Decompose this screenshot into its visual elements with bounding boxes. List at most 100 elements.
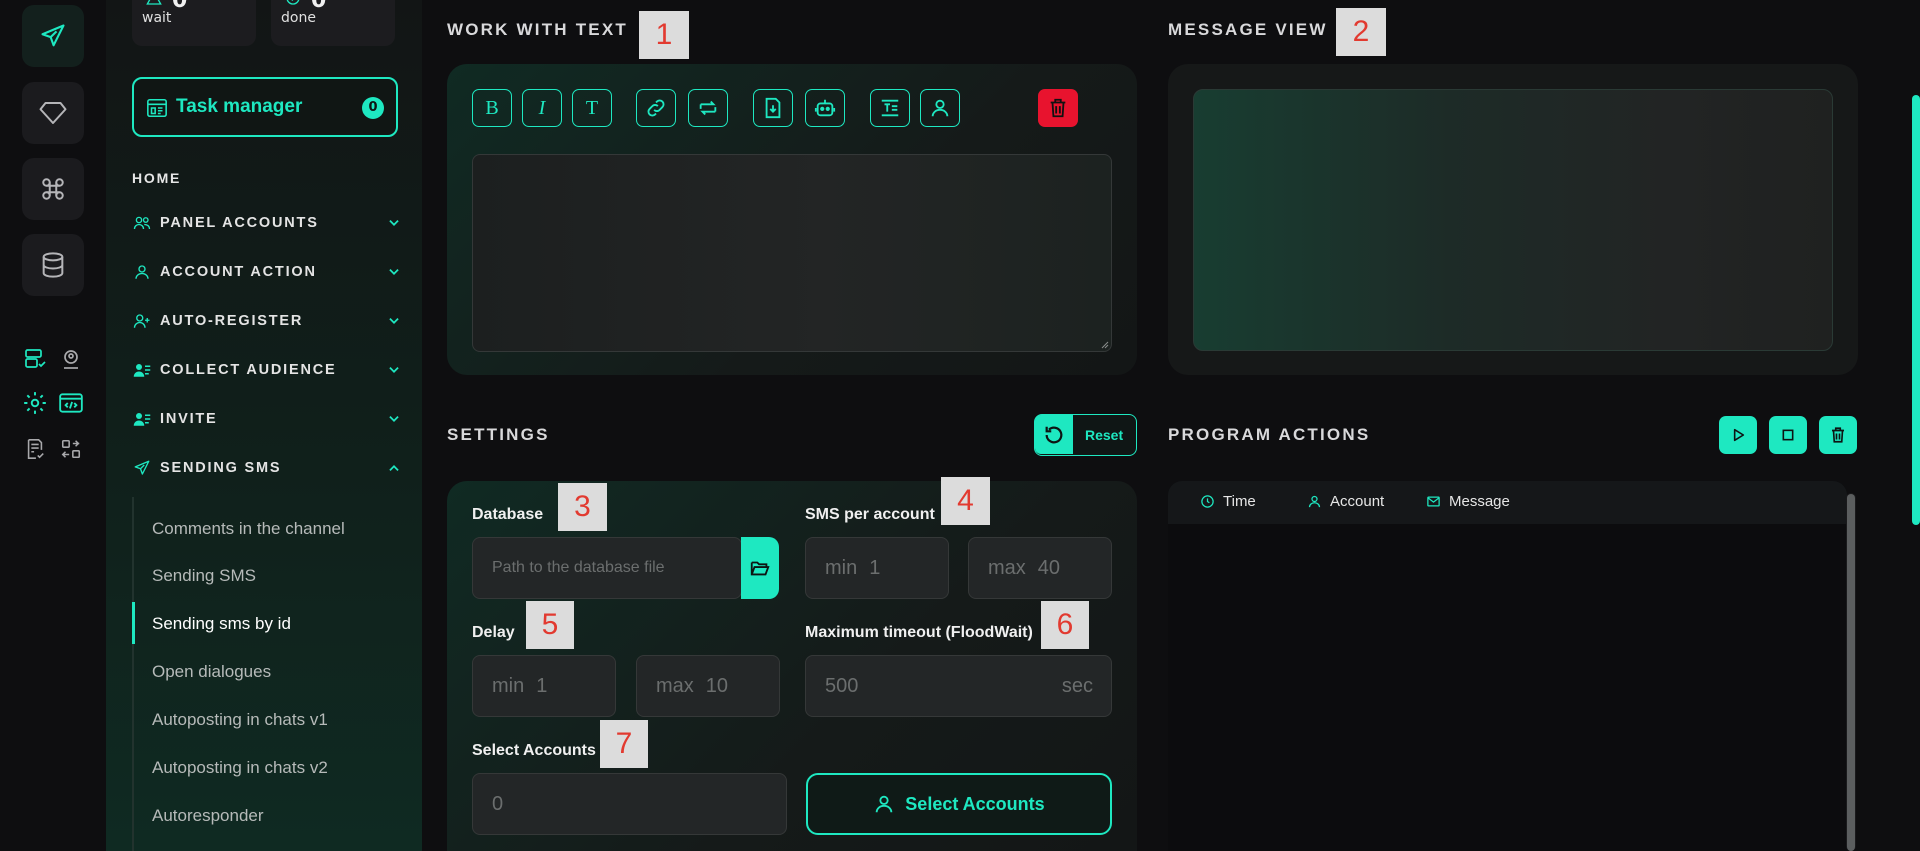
bold-button[interactable]: B	[472, 89, 512, 127]
user-icon	[1307, 494, 1322, 509]
clear-log-button[interactable]	[1819, 416, 1857, 454]
clock-icon	[1200, 494, 1215, 509]
rail-layout-button[interactable]	[58, 436, 84, 462]
text-format-button[interactable]	[870, 89, 910, 127]
nav-item-label: COLLECT AUDIENCE	[160, 362, 337, 378]
marker-5: 5	[526, 601, 574, 649]
nav-home[interactable]: HOME	[132, 170, 181, 186]
delay-min-label: min	[492, 675, 525, 697]
marker-4: 4	[941, 477, 990, 525]
submenu-item-sending-sms-by-id[interactable]: Sending sms by id	[152, 614, 291, 634]
nav-item-label: ACCOUNT ACTION	[160, 264, 317, 280]
submenu-item-autoresponder[interactable]: Autoresponder	[152, 806, 264, 826]
wait-label: wait	[142, 10, 172, 26]
nav-item-sending-sms[interactable]: SENDING SMS	[132, 457, 402, 481]
log-column-label: Message	[1449, 493, 1510, 510]
sms-max-label: max	[988, 557, 1026, 579]
stop-button[interactable]	[1769, 416, 1807, 454]
nav-item-panel-accounts[interactable]: PANEL ACCOUNTS	[132, 212, 402, 236]
active-indicator	[132, 602, 135, 644]
done-stat-card: 0 done	[271, 0, 395, 46]
nav-item-collect-audience[interactable]: COLLECT AUDIENCE	[132, 359, 402, 383]
reset-button[interactable]: Reset	[1034, 414, 1137, 456]
code-window-icon	[58, 390, 84, 416]
rail-settings-button[interactable]	[22, 390, 48, 416]
clear-text-button[interactable]	[1038, 89, 1078, 127]
timeout-input[interactable]: 500 sec	[805, 655, 1112, 717]
delay-label: Delay	[472, 624, 515, 641]
select-accounts-button[interactable]: Select Accounts	[806, 773, 1112, 835]
user-variable-button[interactable]	[920, 89, 960, 127]
submenu-item-autoposting-v1[interactable]: Autoposting in chats v1	[152, 710, 328, 730]
sms-per-account-label: SMS per account	[805, 506, 935, 523]
icon-rail	[0, 0, 106, 851]
submenu-item-autoposting-v2[interactable]: Autoposting in chats v2	[152, 758, 328, 778]
rail-tasks-button[interactable]	[22, 436, 48, 462]
done-label: done	[281, 10, 316, 26]
log-column-label: Time	[1223, 493, 1256, 510]
message-text-area[interactable]	[472, 154, 1112, 352]
delay-max-input[interactable]: max 10	[636, 655, 780, 717]
rail-location-button[interactable]	[58, 346, 84, 372]
send-icon	[132, 459, 152, 477]
database-path-input[interactable]: Path to the database file	[472, 537, 742, 599]
log-column-account: Account	[1307, 493, 1384, 510]
page-scrollbar-thumb[interactable]	[1912, 95, 1920, 525]
sms-min-input[interactable]: min 1	[805, 537, 949, 599]
import-file-button[interactable]	[753, 89, 793, 127]
stop-icon	[1780, 427, 1796, 443]
chevron-down-icon	[386, 216, 402, 230]
robot-icon	[814, 97, 836, 119]
user-icon	[929, 97, 951, 119]
sidebar: 0 wait 0 done Task manager 0 HOME PANEL …	[106, 0, 422, 851]
command-icon	[40, 176, 66, 202]
play-icon	[1730, 427, 1746, 443]
send-icon	[39, 22, 67, 50]
text-lines-icon	[879, 97, 901, 119]
rail-code-button[interactable]	[58, 390, 84, 416]
wait-stat-card: 0 wait	[132, 0, 256, 46]
log-column-message: Message	[1426, 493, 1510, 510]
rail-diamond-button[interactable]	[22, 82, 84, 144]
nav-item-auto-register[interactable]: AUTO-REGISTER	[132, 310, 402, 334]
log-scrollbar-thumb[interactable]	[1847, 494, 1855, 851]
message-preview	[1193, 89, 1833, 351]
select-accounts-label: Select Accounts	[472, 742, 596, 759]
log-header: Time Account Message	[1168, 481, 1847, 524]
nav-item-account-action[interactable]: ACCOUNT ACTION	[132, 261, 402, 285]
diamond-icon	[38, 98, 68, 128]
link-icon	[645, 97, 667, 119]
link-button[interactable]	[636, 89, 676, 127]
rail-server-button[interactable]	[22, 346, 48, 372]
submenu-item-open-dialogues[interactable]: Open dialogues	[152, 662, 271, 682]
sms-max-input[interactable]: max 40	[968, 537, 1112, 599]
text-button[interactable]: T	[572, 89, 612, 127]
program-actions-log: Time Account Message	[1168, 481, 1847, 851]
marker-6: 6	[1041, 601, 1089, 649]
timeout-unit: sec	[1061, 675, 1093, 697]
bold-label: B	[485, 96, 499, 119]
marker-1: 1	[639, 11, 689, 59]
submenu-item-sending-sms[interactable]: Sending SMS	[152, 566, 256, 586]
nav-item-invite[interactable]: INVITE	[132, 408, 402, 432]
bot-button[interactable]	[805, 89, 845, 127]
nav-item-label: AUTO-REGISTER	[160, 313, 304, 329]
program-actions-title: PROGRAM ACTIONS	[1168, 425, 1371, 444]
user-icon	[132, 263, 152, 281]
italic-button[interactable]: I	[522, 89, 562, 127]
repeat-button[interactable]	[688, 89, 728, 127]
start-button[interactable]	[1719, 416, 1757, 454]
rail-database-button[interactable]	[22, 234, 84, 296]
browse-database-button[interactable]	[741, 537, 779, 599]
delay-min-input[interactable]: min 1	[472, 655, 616, 717]
chevron-down-icon	[386, 363, 402, 377]
users-icon	[132, 214, 152, 232]
task-manager-button[interactable]: Task manager 0	[132, 77, 398, 137]
timeout-value: 500	[825, 675, 859, 697]
rail-command-button[interactable]	[22, 158, 84, 220]
rail-send-button[interactable]	[22, 5, 84, 67]
delay-max-value: 10	[705, 675, 729, 697]
submenu-item-comments[interactable]: Comments in the channel	[152, 519, 345, 539]
select-accounts-button-label: Select Accounts	[905, 793, 1045, 814]
mail-icon	[1426, 494, 1441, 509]
